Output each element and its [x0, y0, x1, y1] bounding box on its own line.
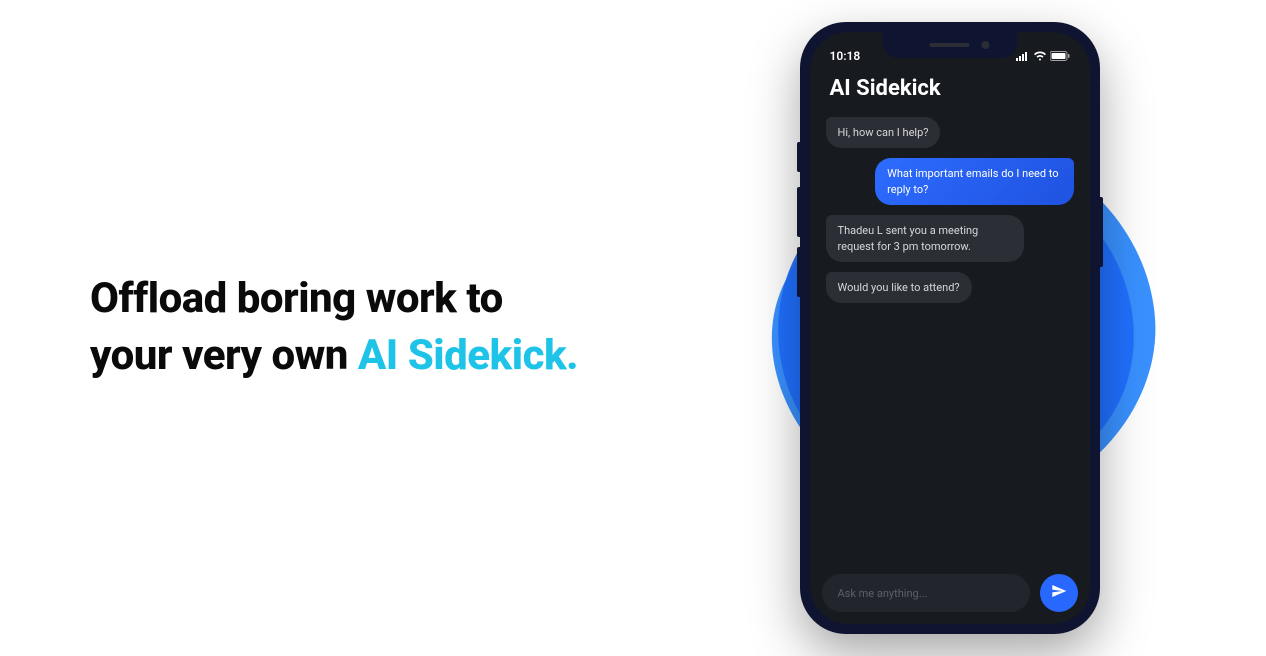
battery-icon: [1050, 51, 1070, 61]
wifi-icon: [1033, 51, 1047, 61]
send-icon: [1051, 583, 1067, 603]
hero-headline: Offload boring work to your very own AI …: [90, 271, 593, 384]
phone-mockup: 10:18 AI Sidekick: [800, 22, 1100, 634]
phone-notch: [882, 32, 1017, 58]
cellular-signal-icon: [1016, 51, 1030, 61]
chat-area: Hi, how can I help? What important email…: [810, 117, 1090, 562]
hero-visual-column: 10:18 AI Sidekick: [633, 0, 1266, 656]
status-icons: [1016, 51, 1070, 61]
chat-input-bar: Ask me anything...: [822, 574, 1078, 612]
chat-bubble-ai: Thadeu L sent you a meeting request for …: [826, 215, 1024, 262]
send-button[interactable]: [1040, 574, 1078, 612]
chat-input-placeholder: Ask me anything...: [838, 587, 928, 600]
chat-bubble-user: What important emails do I need to reply…: [875, 158, 1073, 205]
phone-side-button: [797, 187, 800, 237]
chat-input[interactable]: Ask me anything...: [822, 574, 1030, 612]
status-time: 10:18: [830, 49, 861, 63]
notch-camera: [981, 41, 989, 49]
chat-bubble-ai: Hi, how can I help?: [826, 117, 941, 148]
phone-screen: 10:18 AI Sidekick: [810, 32, 1090, 624]
hero-headline-accent: AI Sidekick.: [358, 331, 578, 380]
chat-bubble-ai: Would you like to attend?: [826, 272, 972, 303]
app-title: AI Sidekick: [810, 72, 1090, 117]
hero-text-column: Offload boring work to your very own AI …: [0, 271, 633, 384]
hero-container: Offload boring work to your very own AI …: [0, 0, 1266, 656]
notch-speaker: [930, 43, 970, 47]
phone-side-button: [797, 247, 800, 297]
phone-side-button: [1100, 197, 1103, 267]
phone-side-button: [797, 142, 800, 172]
